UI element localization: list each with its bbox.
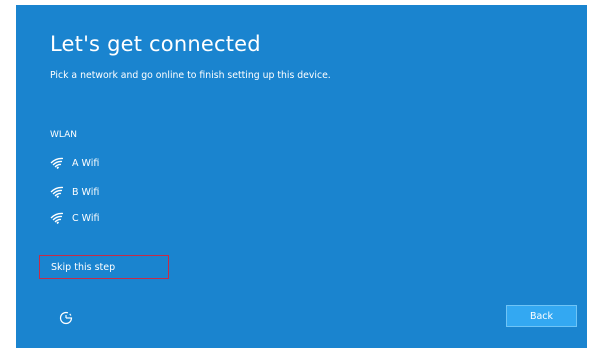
skip-step-link[interactable]: Skip this step [39,255,169,279]
wifi-network-item[interactable]: B Wifi [50,184,99,200]
wlan-heading: WLAN [50,130,78,140]
wifi-signal-icon [50,186,64,198]
wifi-network-item[interactable]: C Wifi [50,210,99,226]
wifi-signal-icon [50,157,64,169]
wifi-network-name: C Wifi [72,212,100,224]
page-subtitle: Pick a network and go online to finish s… [50,70,331,81]
wifi-network-item[interactable]: A Wifi [50,155,99,171]
wifi-signal-icon [50,212,64,224]
page-title: Let's get connected [50,32,261,56]
setup-screen: Let's get connected Pick a network and g… [16,5,587,348]
ease-of-access-icon[interactable] [58,310,74,326]
back-button[interactable]: Back [506,305,577,327]
wifi-network-name: A Wifi [72,157,100,169]
wifi-network-name: B Wifi [72,186,100,198]
